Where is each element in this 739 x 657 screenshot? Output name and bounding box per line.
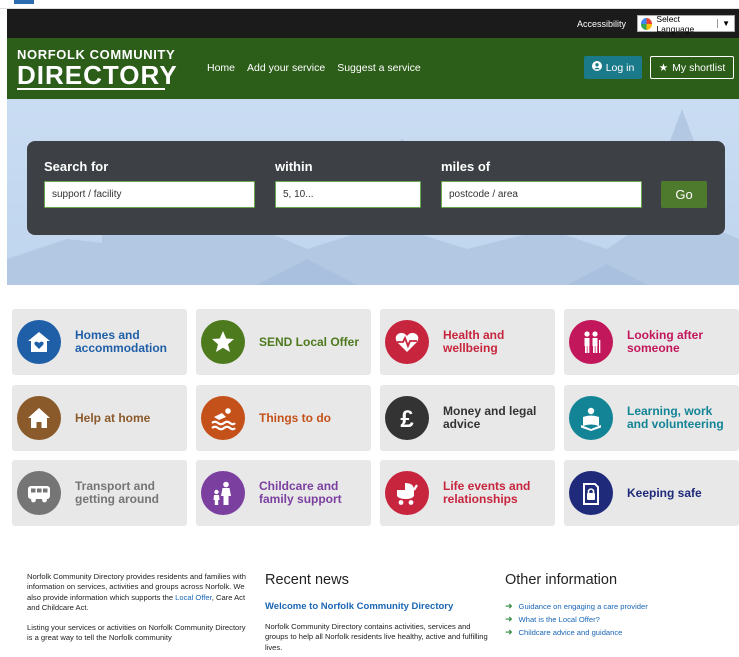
category-card-looking-after-someone[interactable]: Looking after someone <box>564 309 739 375</box>
shortlist-button[interactable]: ★ My shortlist <box>650 56 734 79</box>
category-card-childcare-and-family-support[interactable]: Childcare and family support <box>196 460 371 526</box>
arrow-right-icon: ➜ <box>505 627 513 637</box>
intro-paragraph-1: Norfolk Community Directory provides res… <box>27 572 252 613</box>
hero-banner: Search for within miles of support / fac… <box>7 99 739 285</box>
category-label: Childcare and family support <box>259 479 342 506</box>
category-label: Looking after someone <box>627 328 704 355</box>
swimmer-icon <box>201 396 245 440</box>
user-icon <box>591 61 602 74</box>
other-link-label: Guidance on engaging a care provider <box>518 602 648 611</box>
search-panel: Search for within miles of support / fac… <box>27 141 725 235</box>
category-label: Money and legal advice <box>443 404 537 431</box>
lock-icon <box>569 471 613 515</box>
site-header: NORFOLK COMMUNITY DIRECTORY Home Add you… <box>7 38 739 99</box>
local-offer-link[interactable]: Local Offer <box>175 593 212 602</box>
carer-icon <box>569 320 613 364</box>
intro-text: Norfolk Community Directory provides res… <box>27 572 252 644</box>
login-button[interactable]: Log in <box>584 56 642 79</box>
reading-icon <box>569 396 613 440</box>
site-logo[interactable]: NORFOLK COMMUNITY DIRECTORY <box>17 48 178 90</box>
within-input[interactable]: 5, 10... <box>275 181 421 208</box>
accessibility-link[interactable]: Accessibility <box>577 19 626 29</box>
main-nav: Home Add your service Suggest a service <box>207 62 421 74</box>
nav-home[interactable]: Home <box>207 62 235 74</box>
shortlist-label: My shortlist <box>672 61 726 74</box>
category-label: Health and wellbeing <box>443 328 505 355</box>
arrow-right-icon: ➜ <box>505 601 513 611</box>
category-label: Learning, work and volunteering <box>627 404 724 431</box>
other-link-label: What is the Local Offer? <box>518 615 600 624</box>
family-icon <box>201 471 245 515</box>
star-icon: ★ <box>658 61 669 74</box>
go-button[interactable]: Go <box>661 181 707 208</box>
miles-of-label: miles of <box>441 159 491 174</box>
category-card-health-and-wellbeing[interactable]: Health and wellbeing <box>380 309 555 375</box>
category-card-life-events-and-relationships[interactable]: Life events and relationships <box>380 460 555 526</box>
category-card-keeping-safe[interactable]: Keeping safe <box>564 460 739 526</box>
other-information-heading: Other information <box>505 572 618 588</box>
heart-pulse-icon <box>385 320 429 364</box>
search-input[interactable]: support / facility <box>44 181 255 208</box>
category-label: SEND Local Offer <box>259 334 360 349</box>
other-information-list: ➜ Guidance on engaging a care provider ➜ W… <box>505 600 648 639</box>
house-heart-icon <box>17 320 61 364</box>
other-link-label: Childcare advice and guidance <box>518 628 623 637</box>
nav-suggest-service[interactable]: Suggest a service <box>337 62 420 74</box>
pram-icon <box>385 471 429 515</box>
google-icon <box>641 17 653 30</box>
other-link-item[interactable]: ➜ Childcare advice and guidance <box>505 626 648 639</box>
category-card-send-local-offer[interactable]: SEND Local Offer <box>196 309 371 375</box>
category-label: Homes and accommodation <box>75 328 168 355</box>
nav-add-service[interactable]: Add your service <box>247 62 325 74</box>
location-input[interactable]: postcode / area <box>441 181 642 208</box>
svg-text:£: £ <box>400 406 414 431</box>
category-card-learning-work-and-volunteering[interactable]: Learning, work and volunteering <box>564 385 739 451</box>
other-link-item[interactable]: ➜ Guidance on engaging a care provider <box>505 600 648 613</box>
category-label: Life events and relationships <box>443 479 531 506</box>
browser-tab[interactable] <box>14 0 34 4</box>
bus-icon <box>17 471 61 515</box>
category-label: Things to do <box>259 410 331 425</box>
recent-news-heading: Recent news <box>265 572 349 588</box>
language-select-label: Select Language <box>656 13 695 34</box>
login-label: Log in <box>605 61 635 74</box>
category-card-money-and-legal-advice[interactable]: £ Money and legal advice <box>380 385 555 451</box>
search-for-label: Search for <box>44 159 109 174</box>
dropdown-arrow-icon: ▼ <box>717 19 734 28</box>
category-card-things-to-do[interactable]: Things to do <box>196 385 371 451</box>
news-item-body: Norfolk Community Directory contains act… <box>265 622 488 652</box>
within-label: within <box>275 159 313 174</box>
category-label: Transport and getting around <box>75 479 159 506</box>
logo-line2: DIRECTORY <box>17 60 178 90</box>
home-icon <box>17 396 61 440</box>
utility-bar: Accessibility Select Language ▼ <box>7 9 739 38</box>
category-card-transport-and-getting-around[interactable]: Transport and getting around <box>12 460 187 526</box>
other-link-item[interactable]: ➜ What is the Local Offer? <box>505 613 648 626</box>
language-select[interactable]: Select Language ▼ <box>637 13 735 34</box>
news-item-link[interactable]: Welcome to Norfolk Community Directory <box>265 601 453 612</box>
category-label: Keeping safe <box>627 485 702 500</box>
category-label: Help at home <box>75 410 151 425</box>
arrow-right-icon: ➜ <box>505 614 513 624</box>
intro-paragraph-2: Listing your services or activities on N… <box>27 623 246 643</box>
star-icon <box>201 320 245 364</box>
browser-strip <box>0 0 739 9</box>
category-card-help-at-home[interactable]: Help at home <box>12 385 187 451</box>
category-card-homes-and-accommodation[interactable]: Homes and accommodation <box>12 309 187 375</box>
pound-icon: £ <box>385 396 429 440</box>
